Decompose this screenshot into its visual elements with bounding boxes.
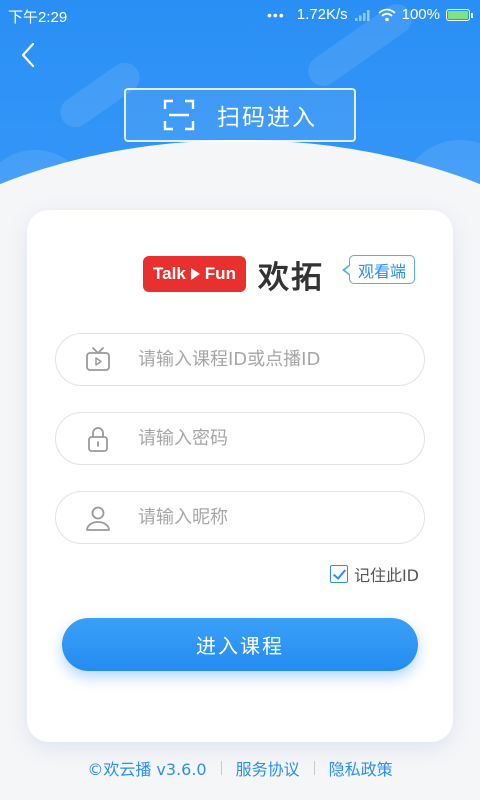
scan-qr-button[interactable]: 扫码进入 bbox=[124, 88, 356, 142]
footer: ©欢云播 v3.6.0 服务协议 隐私政策 bbox=[0, 756, 480, 780]
nickname-input[interactable] bbox=[138, 507, 408, 528]
talkfun-logo: Talk Fun bbox=[143, 256, 246, 292]
battery-percent: 100% bbox=[401, 6, 440, 23]
tv-icon bbox=[86, 346, 110, 371]
logo-text-talk: Talk bbox=[153, 264, 186, 283]
scan-button-label: 扫码进入 bbox=[217, 105, 317, 131]
footer-divider bbox=[313, 761, 315, 775]
status-time: 下午2:29 bbox=[8, 9, 68, 26]
lock-icon bbox=[88, 426, 108, 452]
notification-dots: ••• bbox=[267, 6, 285, 23]
signal-icon bbox=[354, 9, 370, 21]
chevron-left-icon[interactable] bbox=[14, 40, 44, 70]
user-icon bbox=[86, 506, 110, 531]
login-card: Talk Fun 欢拓 观看端 记住此ID 进入课程 bbox=[27, 210, 453, 742]
brand-logo-row: Talk Fun 欢拓 bbox=[143, 254, 324, 296]
course-id-field[interactable] bbox=[55, 333, 425, 386]
viewer-tag: 观看端 bbox=[341, 255, 416, 284]
scan-frame-icon bbox=[163, 99, 195, 131]
status-bar: 下午2:29 ••• 1.72K/s 100% bbox=[0, 0, 480, 32]
battery-fill bbox=[448, 10, 468, 19]
remember-id-option[interactable]: 记住此ID bbox=[329, 562, 419, 586]
copyright-version: ©欢云播 v3.6.0 bbox=[87, 760, 207, 779]
remember-id-checkbox[interactable] bbox=[329, 565, 348, 583]
wifi-icon bbox=[378, 8, 396, 21]
logo-text-fun: Fun bbox=[204, 264, 236, 283]
battery-icon bbox=[446, 8, 473, 21]
nickname-field[interactable] bbox=[55, 491, 425, 544]
footer-divider bbox=[220, 761, 222, 775]
enter-course-button[interactable]: 进入课程 bbox=[62, 618, 418, 671]
play-icon bbox=[190, 268, 200, 280]
password-field[interactable] bbox=[55, 412, 425, 465]
course-id-input[interactable] bbox=[138, 349, 408, 370]
brand-name: 欢拓 bbox=[258, 259, 324, 296]
status-indicators: ••• 1.72K/s 100% bbox=[267, 6, 473, 23]
remember-id-label: 记住此ID bbox=[353, 566, 419, 585]
password-input[interactable] bbox=[138, 428, 408, 449]
privacy-link[interactable]: 隐私政策 bbox=[329, 756, 393, 780]
network-speed: 1.72K/s bbox=[296, 6, 348, 23]
terms-link[interactable]: 服务协议 bbox=[236, 756, 300, 780]
